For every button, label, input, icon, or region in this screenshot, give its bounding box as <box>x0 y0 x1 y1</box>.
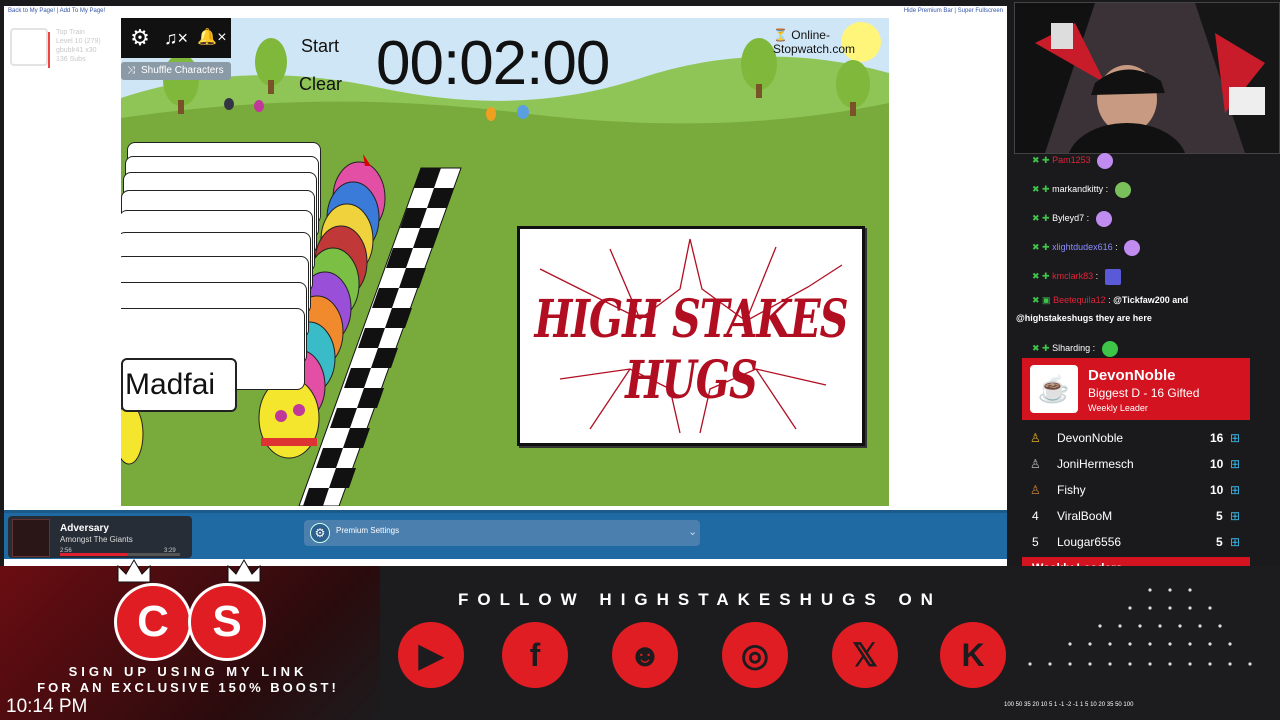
promo-line-2: FOR AN EXCLUSIVE 150% BOOST! <box>37 680 339 695</box>
medal-bronze-icon: ♙ <box>1030 483 1041 497</box>
leaderboard-row: 4 ViralBooM 5 ⊞ <box>1022 508 1250 534</box>
leader-row-count: 10 <box>1210 483 1224 497</box>
ghost-line: Level 10 (279) <box>56 38 101 45</box>
chat-username[interactable]: markandkitty <box>1052 184 1103 194</box>
leaderboard-row: ♙ Fishy 10 ⊞ <box>1022 482 1250 508</box>
chat-badge-icon: ✖ ✚ <box>1032 155 1050 165</box>
chat-badge-icon: ✖ ✚ <box>1032 271 1050 281</box>
ghost-line: gbublr41 x30 <box>56 47 97 54</box>
gift-icon: ⊞ <box>1230 483 1241 497</box>
chat-message: ✖ ✚ markandkitty : <box>1032 180 1131 198</box>
leaderboard-row: ♙ DevonNoble 16 ⊞ <box>1022 430 1250 456</box>
album-art <box>12 519 50 557</box>
promo-line-1: SIGN UP USING MY LINK <box>68 664 308 679</box>
leader-row-rank: 4 <box>1032 509 1039 523</box>
follow-banner: FOLLOW HIGHSTAKESHUGS ON <box>458 590 942 609</box>
top-links-right[interactable]: Hide Premium Bar | Super Fullscreen <box>904 8 1003 14</box>
chat-emote <box>1097 152 1114 169</box>
gift-icon: ⊞ <box>1230 431 1241 445</box>
youtube-icon[interactable]: ▶ <box>398 622 464 688</box>
browser-viewport: Back to My Page! | Add To My Page! Hide … <box>4 6 1007 566</box>
casino-logo-left: C <box>114 583 192 661</box>
kick-icon[interactable]: K <box>940 622 1006 688</box>
chat-username[interactable]: Beetequila12 <box>1053 295 1106 305</box>
leaderboard-row: ♙ JoniHermesch 10 ⊞ <box>1022 456 1250 482</box>
x-icon[interactable]: 𝕏 <box>832 622 898 688</box>
chat-message: ✖ ✚ Byleyd7 : <box>1032 209 1112 227</box>
leader-row-count: 10 <box>1210 457 1224 471</box>
leader-row-name: Fishy <box>1057 483 1086 497</box>
leader-subtitle: Biggest D - 16 Gifted <box>1088 386 1200 400</box>
chat-text: @Tickfaw200 and <box>1113 295 1189 305</box>
chat-emote <box>1124 239 1141 256</box>
gift-icon: ⊞ <box>1230 509 1241 523</box>
crown-icons <box>117 558 261 583</box>
leader-name: DevonNoble <box>1088 367 1176 384</box>
chat-badge-icon: ✖ ✚ <box>1032 343 1050 353</box>
premium-settings-label: Premium Settings <box>336 526 400 535</box>
casino-logo-right: S <box>188 583 266 661</box>
channel-logo-panel: HIGH STAKES HUGS <box>517 226 865 446</box>
race-game-canvas[interactable]: ⚙ ♫× 🔔× ⤨ Shuffle Characters Start Clear … <box>121 18 889 506</box>
clock: 10:14 PM <box>6 696 88 717</box>
chat-message: ✖ ✚ kmclark83 : <box>1032 267 1121 285</box>
chat-panel: ✖ ✚ Pam1253 ✖ ✚ markandkitty : ✖ ✚ Byley… <box>1014 150 1278 360</box>
leader-row-name: ViralBooM <box>1057 509 1113 523</box>
chat-message: ✖ ✚ Pam1253 <box>1032 151 1114 169</box>
chat-text: @highstakeshugs they are here <box>1016 313 1152 323</box>
webcam-feed <box>1014 2 1280 154</box>
racer-name-label: Madfai <box>121 358 237 412</box>
chat-message: ✖ ✚ xlightdudex616 : <box>1032 238 1141 256</box>
chat-emote <box>1101 340 1118 357</box>
track-artist: Amongst The Giants <box>60 535 133 544</box>
ghost-divider <box>48 32 50 68</box>
leader-row-name: Lougar6556 <box>1057 535 1122 549</box>
leader-row-rank: 5 <box>1032 535 1039 549</box>
gear-icon: ⚙ <box>310 523 330 543</box>
ghost-overlay-text: Top Train Level 10 (279) gbublr41 x30 13… <box>56 28 101 64</box>
mug-icon: ☕ <box>1030 365 1078 413</box>
chevron-down-icon[interactable]: ⌄ <box>688 525 697 538</box>
medal-silver-icon: ♙ <box>1030 457 1041 471</box>
plinko-board <box>1028 588 1252 666</box>
chat-username[interactable]: kmclark83 <box>1052 271 1093 281</box>
top-links-left[interactable]: Back to My Page! | Add To My Page! <box>8 8 105 14</box>
chat-message: ✖ ▣ Beetequila12 : @Tickfaw200 and <box>1032 295 1189 305</box>
leader-row-name: JoniHermesch <box>1057 457 1134 471</box>
discord-icon[interactable]: ☻ <box>612 622 678 688</box>
chat-emote <box>1114 181 1131 198</box>
gift-icon: ⊞ <box>1230 535 1241 549</box>
chat-username[interactable]: Byleyd7 <box>1052 213 1084 223</box>
medal-gold-icon: ♙ <box>1030 431 1041 445</box>
track-title: Adversary <box>60 523 109 534</box>
ghost-line: Top Train <box>56 29 85 36</box>
chat-badge-icon: ✖ ✚ <box>1032 184 1050 194</box>
chat-badge-icon: ✖ ✚ <box>1032 213 1050 223</box>
webcam-scene <box>1015 3 1279 153</box>
chat-message: ✖ ✚ Slharding : <box>1032 339 1118 357</box>
chat-username[interactable]: Pam1253 <box>1052 155 1091 165</box>
chat-message-continued: @highstakeshugs they are here <box>1016 309 1152 327</box>
gift-icon: ⊞ <box>1230 457 1241 471</box>
chat-badge-icon: ✖ ✚ <box>1032 242 1050 252</box>
chat-badge-icon: ✖ ▣ <box>1032 295 1051 305</box>
leader-row-count: 5 <box>1216 535 1223 549</box>
facebook-icon[interactable]: f <box>502 622 568 688</box>
chat-username[interactable]: Slharding <box>1052 343 1090 353</box>
logo-text: HIGH STAKES HUGS <box>534 288 848 412</box>
instagram-icon[interactable]: ◎ <box>722 622 788 688</box>
chat-emote <box>1104 268 1121 285</box>
leader-tag: Weekly Leader <box>1088 403 1148 413</box>
chat-username[interactable]: xlightdudex616 <box>1052 242 1113 252</box>
ghost-line: 136 Subs <box>56 56 86 63</box>
chat-emote <box>1095 210 1112 227</box>
ghost-train-icon <box>10 28 48 66</box>
leader-row-name: DevonNoble <box>1057 431 1124 445</box>
leader-row-count: 5 <box>1216 509 1223 523</box>
plinko-multipliers: 100 50 35 20 10 5 1 -1 -2 -1 1 5 10 20 3… <box>1004 702 1134 708</box>
leader-row-count: 16 <box>1210 431 1224 445</box>
